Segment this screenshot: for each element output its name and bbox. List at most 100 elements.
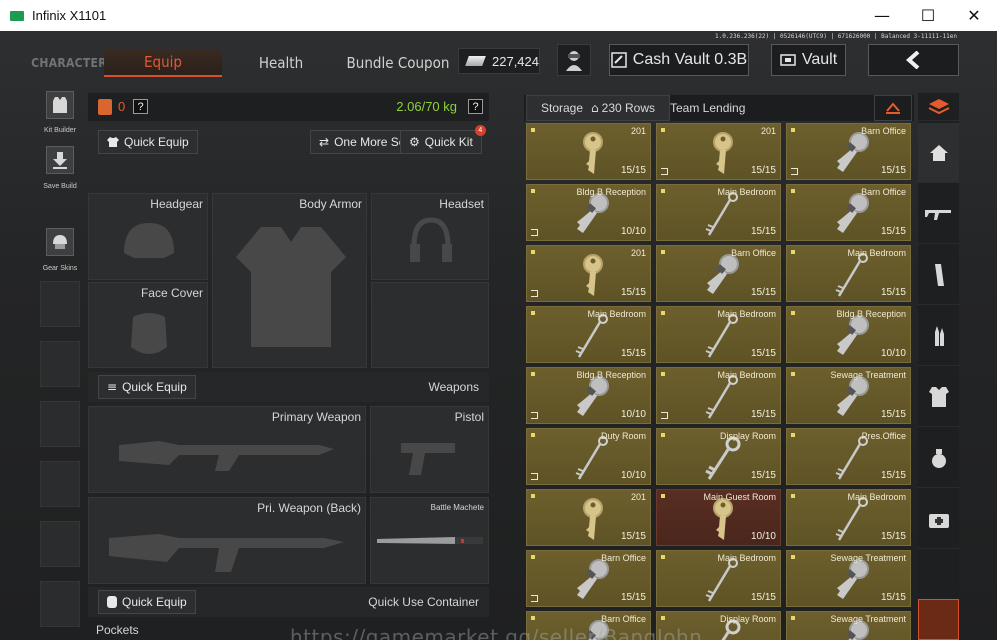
container-section-label: Quick Use Container [368, 595, 479, 609]
storage-item[interactable]: Bldg B Reception 10/10 [526, 184, 651, 241]
tab-equip[interactable]: Equip [104, 49, 222, 77]
ammo-category-icon[interactable] [918, 306, 959, 366]
armor-category-icon[interactable] [918, 367, 959, 427]
storage-item[interactable]: Main Bedroom 15/15 [656, 550, 781, 607]
headgear-slot[interactable]: Headgear [88, 193, 208, 280]
container-quick-equip-button[interactable]: Quick Equip [98, 590, 196, 614]
storage-item-name: Duty Room [600, 431, 646, 441]
storage-item-name: Sewage Treatment [830, 614, 906, 624]
vault-button[interactable]: Vault [771, 44, 846, 76]
new-item-marker [531, 616, 535, 620]
weapons-section-header: ≡ Quick Equip Weapons [88, 372, 489, 402]
left-slot[interactable] [40, 581, 80, 627]
storage-item-durability: 10/10 [620, 226, 646, 237]
grenade-category-icon[interactable] [918, 428, 959, 488]
left-slot[interactable] [40, 401, 80, 447]
medical-category-icon[interactable] [918, 489, 959, 549]
storage-item[interactable]: Main Bedroom 15/15 [656, 367, 781, 424]
back-weapon-slot[interactable]: Pri. Weapon (Back) [88, 497, 366, 584]
storage-item[interactable]: Display Room 15/15 [656, 428, 781, 485]
storage-item[interactable]: Main Bedroom 15/15 [786, 245, 911, 302]
storage-item[interactable]: Bldg B Reception 10/10 [786, 306, 911, 363]
quick-kit-badge: 4 [474, 125, 486, 136]
storage-item[interactable]: Main Bedroom 15/15 [526, 306, 651, 363]
rifle-category-icon[interactable] [918, 184, 959, 244]
left-slot[interactable] [40, 341, 80, 387]
new-item-marker [661, 372, 665, 376]
storage-item[interactable]: Barn Office 15/15 [786, 123, 911, 180]
maximize-button[interactable]: ☐ [905, 0, 951, 31]
storage-item[interactable]: Pres.Office 15/15 [786, 428, 911, 485]
primary-weapon-slot[interactable]: Primary Weapon [88, 406, 366, 493]
quick-kit-button[interactable]: ⚙ Quick Kit 4 [400, 125, 486, 154]
cash-vault-button[interactable]: Cash Vault 0.3B [609, 44, 749, 76]
face-cover-slot[interactable]: Face Cover [88, 282, 208, 368]
storage-item[interactable]: Bldg B Reception 10/10 [526, 367, 651, 424]
back-weapon-label: Pri. Weapon (Back) [257, 501, 361, 515]
help-icon[interactable]: ? [468, 99, 483, 114]
cash-vault-label: Cash Vault 0.3B [632, 51, 748, 68]
storage-item-name: Main Bedroom [587, 309, 646, 319]
face-cover-label: Face Cover [140, 286, 203, 300]
melee-slot[interactable]: Battle Machete [370, 497, 489, 584]
left-slot[interactable] [40, 521, 80, 567]
minimize-button[interactable]: — [859, 0, 905, 31]
storage-item[interactable]: 201 15/15 [526, 123, 651, 180]
sort-button[interactable] [874, 95, 912, 121]
save-build-label: Save Build [43, 183, 77, 190]
tab-health[interactable]: Health [238, 49, 324, 77]
storage-item[interactable]: Barn Office 15/15 [786, 184, 911, 241]
kit-builder-button[interactable] [46, 91, 74, 119]
title-bar: Infinix X1101 — ☐ ✕ [0, 0, 997, 31]
new-item-marker [791, 128, 795, 132]
watermark: https://gamemarket.gg/seller/BangJohn [290, 625, 703, 640]
storage-item[interactable]: Barn Office 15/15 [526, 550, 651, 607]
new-item-marker [531, 250, 535, 254]
operator-avatar-button[interactable] [557, 44, 591, 76]
back-button[interactable] [868, 44, 959, 76]
quick-equip-button[interactable]: Quick Equip [98, 130, 198, 154]
storage-item[interactable]: Sewage Treatment [786, 611, 911, 640]
left-slot[interactable] [40, 461, 80, 507]
sort-icon [886, 102, 900, 114]
close-button[interactable]: ✕ [951, 0, 997, 31]
new-item-marker [661, 128, 665, 132]
storage-category-icon[interactable] [918, 93, 959, 121]
storage-item[interactable]: Main Bedroom 15/15 [656, 306, 781, 363]
key-icon [835, 436, 868, 480]
storage-item[interactable]: Main Guest Room 10/10 [656, 489, 781, 546]
pistol-slot[interactable]: Pistol [370, 406, 489, 493]
key-icon [837, 315, 869, 355]
storage-item-name: Barn Office [861, 126, 906, 136]
storage-item[interactable]: Barn Office 15/15 [656, 245, 781, 302]
gear-skins-button[interactable] [46, 228, 74, 256]
headset-label: Headset [439, 197, 484, 211]
storage-item[interactable]: Main Bedroom 15/15 [786, 489, 911, 546]
storage-item[interactable]: Sewage Treatment 15/15 [786, 367, 911, 424]
storage-item[interactable]: Duty Room 10/10 [526, 428, 651, 485]
tab-bundle-coupon[interactable]: Bundle Coupon [340, 49, 456, 77]
tab-storage[interactable]: Storage ⌂ 230 Rows [526, 95, 671, 121]
help-icon[interactable]: ? [133, 99, 148, 114]
kit-builder-label: Kit Builder [44, 127, 76, 134]
selected-category-icon[interactable] [918, 599, 959, 640]
storage-item[interactable]: 201 15/15 [656, 123, 781, 180]
storage-item[interactable]: 201 15/15 [526, 245, 651, 302]
storage-item[interactable]: 201 15/15 [526, 489, 651, 546]
home-category-icon[interactable] [918, 123, 959, 183]
body-armor-slot[interactable]: Body Armor [212, 193, 367, 368]
left-slot[interactable] [40, 281, 80, 327]
tab-character[interactable]: CHARACTER [31, 49, 106, 77]
new-item-marker [791, 616, 795, 620]
storage-item-name: 201 [630, 248, 646, 258]
save-build-button[interactable] [46, 146, 74, 174]
headset-slot[interactable]: Headset [371, 193, 489, 280]
storage-item[interactable]: Sewage Treatment 15/15 [786, 550, 911, 607]
window-title: Infinix X1101 [32, 8, 107, 23]
weapons-quick-equip-button[interactable]: ≡ Quick Equip [98, 375, 196, 399]
tab-team-lending[interactable]: Team Lending [656, 95, 759, 121]
magazine-category-icon[interactable] [918, 245, 959, 305]
empty-gear-slot[interactable] [371, 282, 489, 368]
storage-item[interactable]: Main Bedroom 15/15 [656, 184, 781, 241]
version-string: 1.0.236.236(22) | 0526146(UTC9) | 671626… [714, 33, 957, 40]
